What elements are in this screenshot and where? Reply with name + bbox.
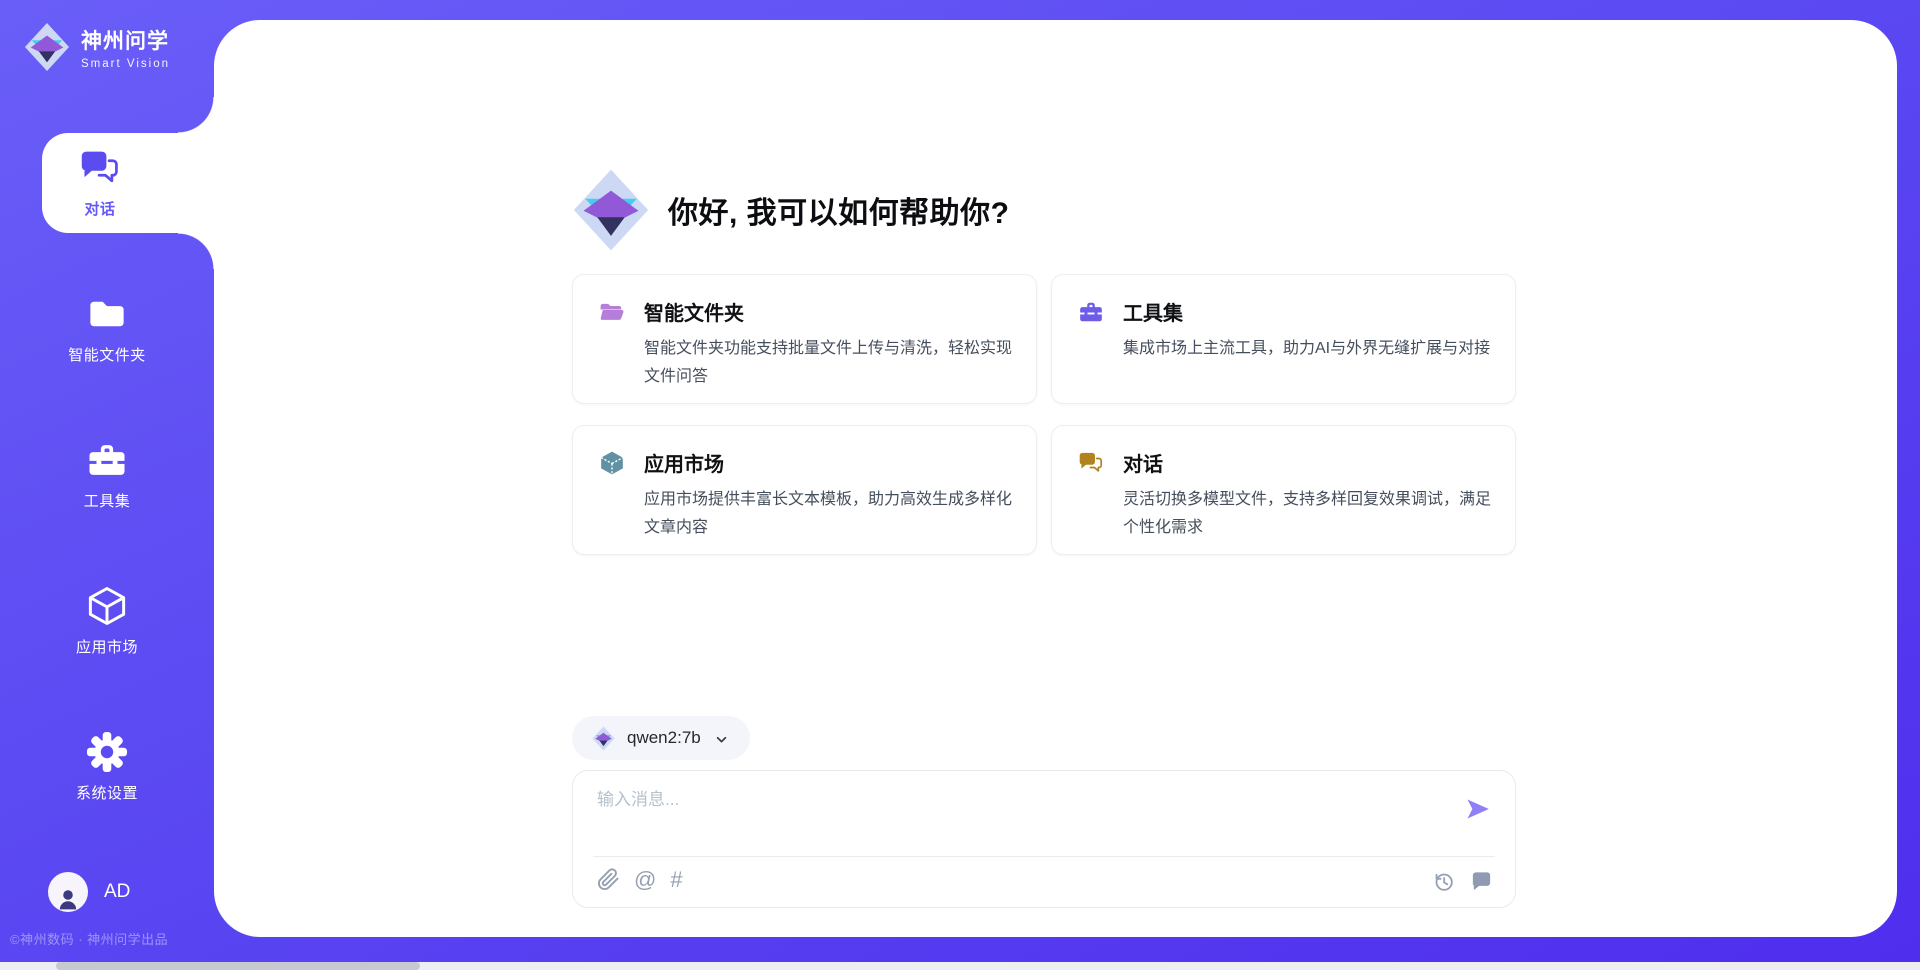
card-description: 智能文件夹功能支持批量文件上传与清洗，轻松实现文件问答 xyxy=(644,335,1016,391)
card-description: 灵活切换多模型文件，支持多样回复效果调试，满足个性化需求 xyxy=(1123,486,1495,542)
history-icon xyxy=(1432,870,1455,893)
card-description: 应用市场提供丰富长文本模板，助力高效生成多样化文章内容 xyxy=(644,486,1016,542)
paperclip-icon xyxy=(597,868,620,891)
sidebar-item-toolset[interactable]: 工具集 xyxy=(0,425,214,525)
user-name: AD xyxy=(104,881,130,903)
message-composer: @ # xyxy=(572,770,1516,908)
mention-icon: @ xyxy=(634,868,656,891)
app: { "brand": { "name": "神州问学", "subtitle":… xyxy=(0,0,1920,970)
brand-diamond-icon xyxy=(24,22,70,72)
sidebar-item-label: 系统设置 xyxy=(76,782,138,803)
brand-logo: 神州问学 Smart Vision xyxy=(24,22,170,72)
gear-icon xyxy=(86,731,128,773)
brand-subtitle: Smart Vision xyxy=(81,58,170,70)
sidebar-item-label: 应用市场 xyxy=(76,636,138,657)
attach-button[interactable] xyxy=(597,868,620,891)
open-folder-icon xyxy=(599,299,625,325)
toolbox-icon xyxy=(1078,299,1104,325)
hash-icon: # xyxy=(670,868,682,891)
copyright-footer: ©神州数码 · 神州问学出品 xyxy=(10,929,168,948)
horizontal-scrollbar[interactable] xyxy=(0,962,1920,970)
card-title: 智能文件夹 xyxy=(644,297,744,326)
card-title: 工具集 xyxy=(1123,297,1183,326)
brand-diamond-icon xyxy=(592,726,615,751)
composer-divider xyxy=(593,856,1495,857)
feature-cards: 智能文件夹 智能文件夹功能支持批量文件上传与清洗，轻松实现文件问答 xyxy=(572,274,1516,555)
send-icon xyxy=(1465,796,1491,822)
user-avatar-icon xyxy=(48,872,88,912)
sidebar-item-label: 工具集 xyxy=(84,490,131,511)
sidebar-item-label: 对话 xyxy=(84,198,115,219)
welcome-block: 你好, 我可以如何帮助你? xyxy=(572,168,1010,252)
sidebar-item-chat[interactable]: 对话 xyxy=(42,133,214,233)
cube-icon xyxy=(86,585,128,627)
card-smart-folder[interactable]: 智能文件夹 智能文件夹功能支持批量文件上传与清洗，轻松实现文件问答 xyxy=(572,274,1037,404)
sidebar-item-settings[interactable]: 系统设置 xyxy=(0,717,214,817)
feedback-bubble-icon xyxy=(1470,870,1493,893)
card-app-market[interactable]: 应用市场 应用市场提供丰富长文本模板，助力高效生成多样化文章内容 xyxy=(572,425,1037,555)
composer-tools: @ # xyxy=(597,868,683,891)
card-description: 集成市场上主流工具，助力AI与外界无缝扩展与对接 xyxy=(1123,335,1495,363)
sidebar-nav: 对话 智能文件夹 xyxy=(0,133,214,817)
model-selector[interactable]: qwen2:7b xyxy=(572,716,750,760)
sidebar-item-smart-folder[interactable]: 智能文件夹 xyxy=(0,279,214,379)
folder-icon xyxy=(86,293,128,335)
composer-actions xyxy=(1432,870,1493,893)
cube-grid-icon xyxy=(599,450,625,476)
greeting-title: 你好, 我可以如何帮助你? xyxy=(668,188,1010,232)
brand-diamond-icon xyxy=(572,168,650,252)
sidebar: 神州问学 Smart Vision 对话 智能文件夹 xyxy=(0,0,214,970)
topic-button[interactable]: # xyxy=(670,868,682,891)
chat-icon xyxy=(79,147,121,189)
card-toolset[interactable]: 工具集 集成市场上主流工具，助力AI与外界无缝扩展与对接 xyxy=(1051,274,1516,404)
toolbox-icon xyxy=(86,439,128,481)
card-title: 对话 xyxy=(1123,448,1163,477)
model-name: qwen2:7b xyxy=(627,728,701,748)
sidebar-item-label: 智能文件夹 xyxy=(68,344,146,365)
scrollbar-thumb[interactable] xyxy=(56,962,420,970)
history-button[interactable] xyxy=(1432,870,1455,893)
brand-name: 神州问学 xyxy=(81,25,170,55)
message-input[interactable] xyxy=(597,785,1427,847)
sidebar-item-app-market[interactable]: 应用市场 xyxy=(0,571,214,671)
send-button[interactable] xyxy=(1465,796,1491,822)
chat-icon xyxy=(1078,450,1104,476)
card-chat[interactable]: 对话 灵活切换多模型文件，支持多样回复效果调试，满足个性化需求 xyxy=(1051,425,1516,555)
mention-button[interactable]: @ xyxy=(634,868,656,891)
user-profile[interactable]: AD xyxy=(48,872,130,912)
feedback-button[interactable] xyxy=(1470,870,1493,893)
chevron-down-icon xyxy=(713,729,730,748)
main-panel: 你好, 我可以如何帮助你? 智能文件夹 智能文件夹功能支持批量文件上传与清洗，轻… xyxy=(214,20,1897,937)
card-title: 应用市场 xyxy=(644,448,724,477)
